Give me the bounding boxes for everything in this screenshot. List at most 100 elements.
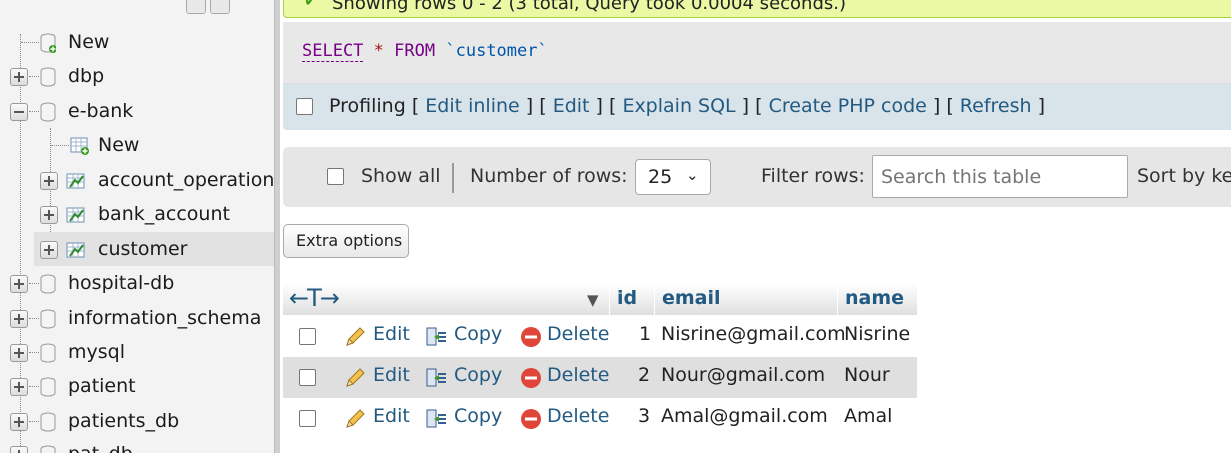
delete-row-button[interactable]: Delete	[547, 364, 609, 386]
cell-id[interactable]: 1	[639, 323, 651, 345]
tree-line	[29, 283, 39, 284]
database-icon	[40, 274, 56, 294]
tree-item-bank-account[interactable]: bank_account	[0, 197, 274, 231]
profiling-checkbox[interactable]	[296, 98, 313, 115]
expand-icon[interactable]	[10, 378, 28, 396]
sql-keyword-select[interactable]: SELECT	[302, 41, 364, 62]
delete-row-button[interactable]: Delete	[547, 405, 609, 427]
sidebar-resize-handle[interactable]	[274, 0, 280, 453]
filter-rows-input[interactable]: Search this table	[872, 155, 1128, 198]
tree-line	[29, 386, 39, 387]
copy-row-button[interactable]: Copy	[454, 323, 502, 345]
row-checkbox[interactable]	[299, 328, 316, 345]
tree-item-hospital-db[interactable]: hospital-db	[0, 266, 274, 300]
pencil-icon	[346, 409, 365, 428]
tree-item-information-schema[interactable]: information_schema	[0, 301, 274, 335]
column-header-email[interactable]: email	[662, 287, 721, 309]
tree-item-label[interactable]: dbp	[68, 65, 104, 87]
navigation-tree: New dbp e-bank New account_operation ban…	[0, 0, 274, 453]
edit-row-button[interactable]: Edit	[373, 405, 410, 427]
cell-email[interactable]: Amal@gmail.com	[661, 405, 828, 427]
tree-item-pat-db[interactable]: pat_db	[0, 437, 274, 453]
show-all-checkbox[interactable]	[327, 168, 344, 185]
sort-by-key-label: Sort by key	[1137, 165, 1231, 187]
create-php-code-link[interactable]: Create PHP code	[769, 95, 927, 117]
explain-sql-link[interactable]: Explain SQL	[622, 95, 735, 117]
tree-toolbar	[186, 0, 240, 16]
sql-table-name: `customer`	[445, 41, 548, 61]
row-checkbox[interactable]	[299, 369, 316, 386]
extra-options-button[interactable]: Extra options	[283, 224, 409, 258]
tree-item-account-operation[interactable]: account_operation	[0, 163, 274, 197]
expand-icon[interactable]	[10, 68, 28, 86]
edit-row-button[interactable]: Edit	[373, 364, 410, 386]
table-icon	[66, 242, 85, 258]
expand-icon[interactable]	[10, 344, 28, 362]
show-all-label[interactable]: Show all	[361, 165, 441, 187]
expand-icon[interactable]	[10, 446, 28, 453]
tree-item-e-bank[interactable]: e-bank	[0, 94, 274, 128]
cell-email[interactable]: Nour@gmail.com	[661, 364, 825, 386]
tree-item-label[interactable]: customer	[98, 238, 187, 260]
expand-icon[interactable]	[10, 413, 28, 431]
cell-email[interactable]: Nisrine@gmail.com	[661, 323, 846, 345]
sql-query-box: SELECT * FROM `customer`	[283, 22, 1231, 84]
pencil-icon	[346, 327, 365, 346]
column-arrows-icon[interactable]: ←T→	[289, 284, 340, 312]
tree-item-label[interactable]: bank_account	[98, 203, 230, 225]
copy-row-button[interactable]: Copy	[454, 364, 502, 386]
copy-icon	[426, 327, 446, 346]
refresh-link[interactable]: Refresh	[960, 95, 1032, 117]
tree-item-customer[interactable]: customer	[34, 232, 274, 266]
query-options-bar: Profiling [ Edit inline ] [ Edit ] [ Exp…	[283, 84, 1231, 130]
profiling-label: Profiling	[329, 95, 406, 117]
collapse-all-icon[interactable]	[186, 0, 206, 14]
cell-id[interactable]: 3	[638, 405, 650, 427]
tree-item-label[interactable]: New	[98, 134, 139, 156]
edit-link[interactable]: Edit	[553, 95, 590, 117]
tree-item-new[interactable]: New	[0, 25, 274, 59]
tree-item-label[interactable]: mysql	[68, 341, 125, 363]
table-icon	[66, 173, 85, 189]
expand-icon[interactable]	[40, 172, 58, 190]
copy-icon	[426, 409, 446, 428]
column-header-id[interactable]: id	[617, 287, 637, 309]
edit-row-button[interactable]: Edit	[373, 323, 410, 345]
edit-inline-link[interactable]: Edit inline	[425, 95, 519, 117]
tree-item-label[interactable]: pat_db	[68, 443, 133, 453]
tree-item-dbp[interactable]: dbp	[0, 59, 274, 93]
rows-per-page-select[interactable]: 25 ⌄	[635, 159, 711, 195]
tree-item-new-table[interactable]: New	[0, 128, 274, 162]
table-header: ←T→ ▼ id email name	[283, 284, 917, 316]
tree-item-label[interactable]: account_operation	[98, 169, 274, 191]
cell-id[interactable]: 2	[638, 364, 650, 386]
cell-name[interactable]: Nour	[844, 364, 890, 386]
expand-icon[interactable]	[40, 241, 58, 259]
tree-item-patient[interactable]: patient	[0, 369, 274, 403]
delete-row-button[interactable]: Delete	[547, 323, 609, 345]
tree-item-label[interactable]: information_schema	[68, 307, 261, 329]
collapse-icon[interactable]	[10, 103, 28, 121]
cell-name[interactable]: Nisrine	[844, 323, 910, 345]
tree-item-patients-db[interactable]: patients_db	[0, 404, 274, 438]
tree-item-label[interactable]: e-bank	[68, 100, 133, 122]
tree-item-label[interactable]: New	[68, 31, 109, 53]
column-header-name[interactable]: name	[845, 287, 904, 309]
expand-icon[interactable]	[10, 310, 28, 328]
link-icon[interactable]	[210, 0, 230, 14]
row-checkbox[interactable]	[299, 410, 316, 427]
table-row: Edit Copy Delete 1 Nisrine@gmail.com Nis…	[283, 316, 917, 357]
tree-item-label[interactable]: hospital-db	[68, 272, 174, 294]
success-message: ✔ Showing rows 0 - 2 (3 total, Query too…	[283, 0, 1231, 18]
chevron-down-icon: ⌄	[686, 166, 699, 184]
copy-row-button[interactable]: Copy	[454, 405, 502, 427]
tree-item-label[interactable]: patients_db	[68, 410, 179, 432]
tree-item-label[interactable]: patient	[68, 375, 136, 397]
expand-icon[interactable]	[10, 275, 28, 293]
expand-icon[interactable]	[40, 206, 58, 224]
extra-options-label: Extra options	[296, 231, 403, 250]
cell-name[interactable]: Amal	[844, 405, 892, 427]
sql-query[interactable]: SELECT * FROM `customer`	[302, 41, 548, 62]
sort-dropdown-icon[interactable]: ▼	[587, 291, 599, 309]
tree-item-mysql[interactable]: mysql	[0, 335, 274, 369]
